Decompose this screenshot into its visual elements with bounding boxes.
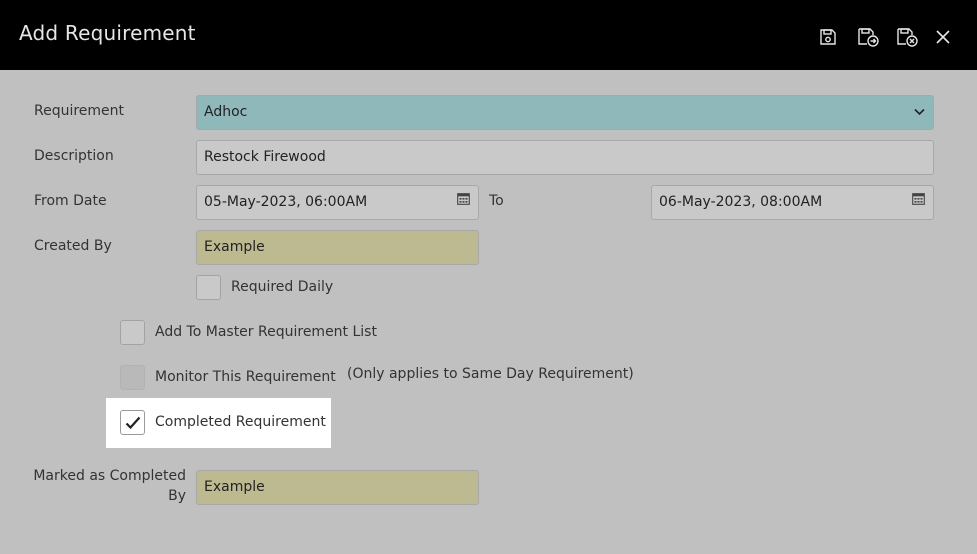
- from-date-label: From Date: [34, 193, 107, 209]
- checkmark-icon: [125, 416, 141, 430]
- marked-completed-by-field: Example: [196, 470, 479, 505]
- save-and-close-icon[interactable]: [894, 24, 920, 50]
- requirement-value: Adhoc: [204, 104, 248, 120]
- created-by-label: Created By: [34, 238, 112, 254]
- add-to-master-checkbox[interactable]: [120, 320, 145, 345]
- marked-completed-by-value: Example: [204, 479, 265, 495]
- description-value: Restock Firewood: [204, 149, 326, 165]
- monitor-requirement-label: Monitor This Requirement: [155, 369, 336, 385]
- title-bar: Add Requirement: [0, 0, 977, 70]
- add-to-master-label: Add To Master Requirement List: [155, 324, 377, 340]
- window-title: Add Requirement: [19, 21, 196, 45]
- marked-completed-label-line2: By: [168, 488, 186, 504]
- required-daily-checkbox[interactable]: [196, 275, 221, 300]
- created-by-value: Example: [204, 239, 265, 255]
- from-date-input[interactable]: 05-May-2023, 06:00AM: [196, 185, 479, 220]
- monitor-requirement-note: (Only applies to Same Day Requirement): [347, 366, 634, 382]
- completed-requirement-label: Completed Requirement: [155, 414, 326, 430]
- monitor-requirement-checkbox[interactable]: [120, 365, 145, 390]
- from-date-value: 05-May-2023, 06:00AM: [204, 194, 368, 210]
- requirement-label: Requirement: [34, 103, 125, 119]
- description-label: Description: [34, 148, 114, 164]
- to-date-label: To: [489, 193, 504, 209]
- calendar-icon[interactable]: [457, 192, 470, 205]
- requirement-select[interactable]: Adhoc: [196, 95, 934, 130]
- completed-requirement-checkbox[interactable]: [120, 410, 145, 435]
- marked-completed-label-line1: Marked as Completed: [33, 468, 186, 484]
- to-date-input[interactable]: 06-May-2023, 08:00AM: [651, 185, 934, 220]
- save-icon[interactable]: [815, 24, 841, 50]
- close-icon[interactable]: [930, 24, 956, 50]
- required-daily-label: Required Daily: [231, 279, 334, 295]
- description-input[interactable]: Restock Firewood: [196, 140, 934, 175]
- chevron-down-icon: [914, 108, 925, 116]
- calendar-icon[interactable]: [912, 192, 925, 205]
- created-by-field: Example: [196, 230, 479, 265]
- save-and-continue-icon[interactable]: [855, 24, 881, 50]
- to-date-value: 06-May-2023, 08:00AM: [659, 194, 823, 210]
